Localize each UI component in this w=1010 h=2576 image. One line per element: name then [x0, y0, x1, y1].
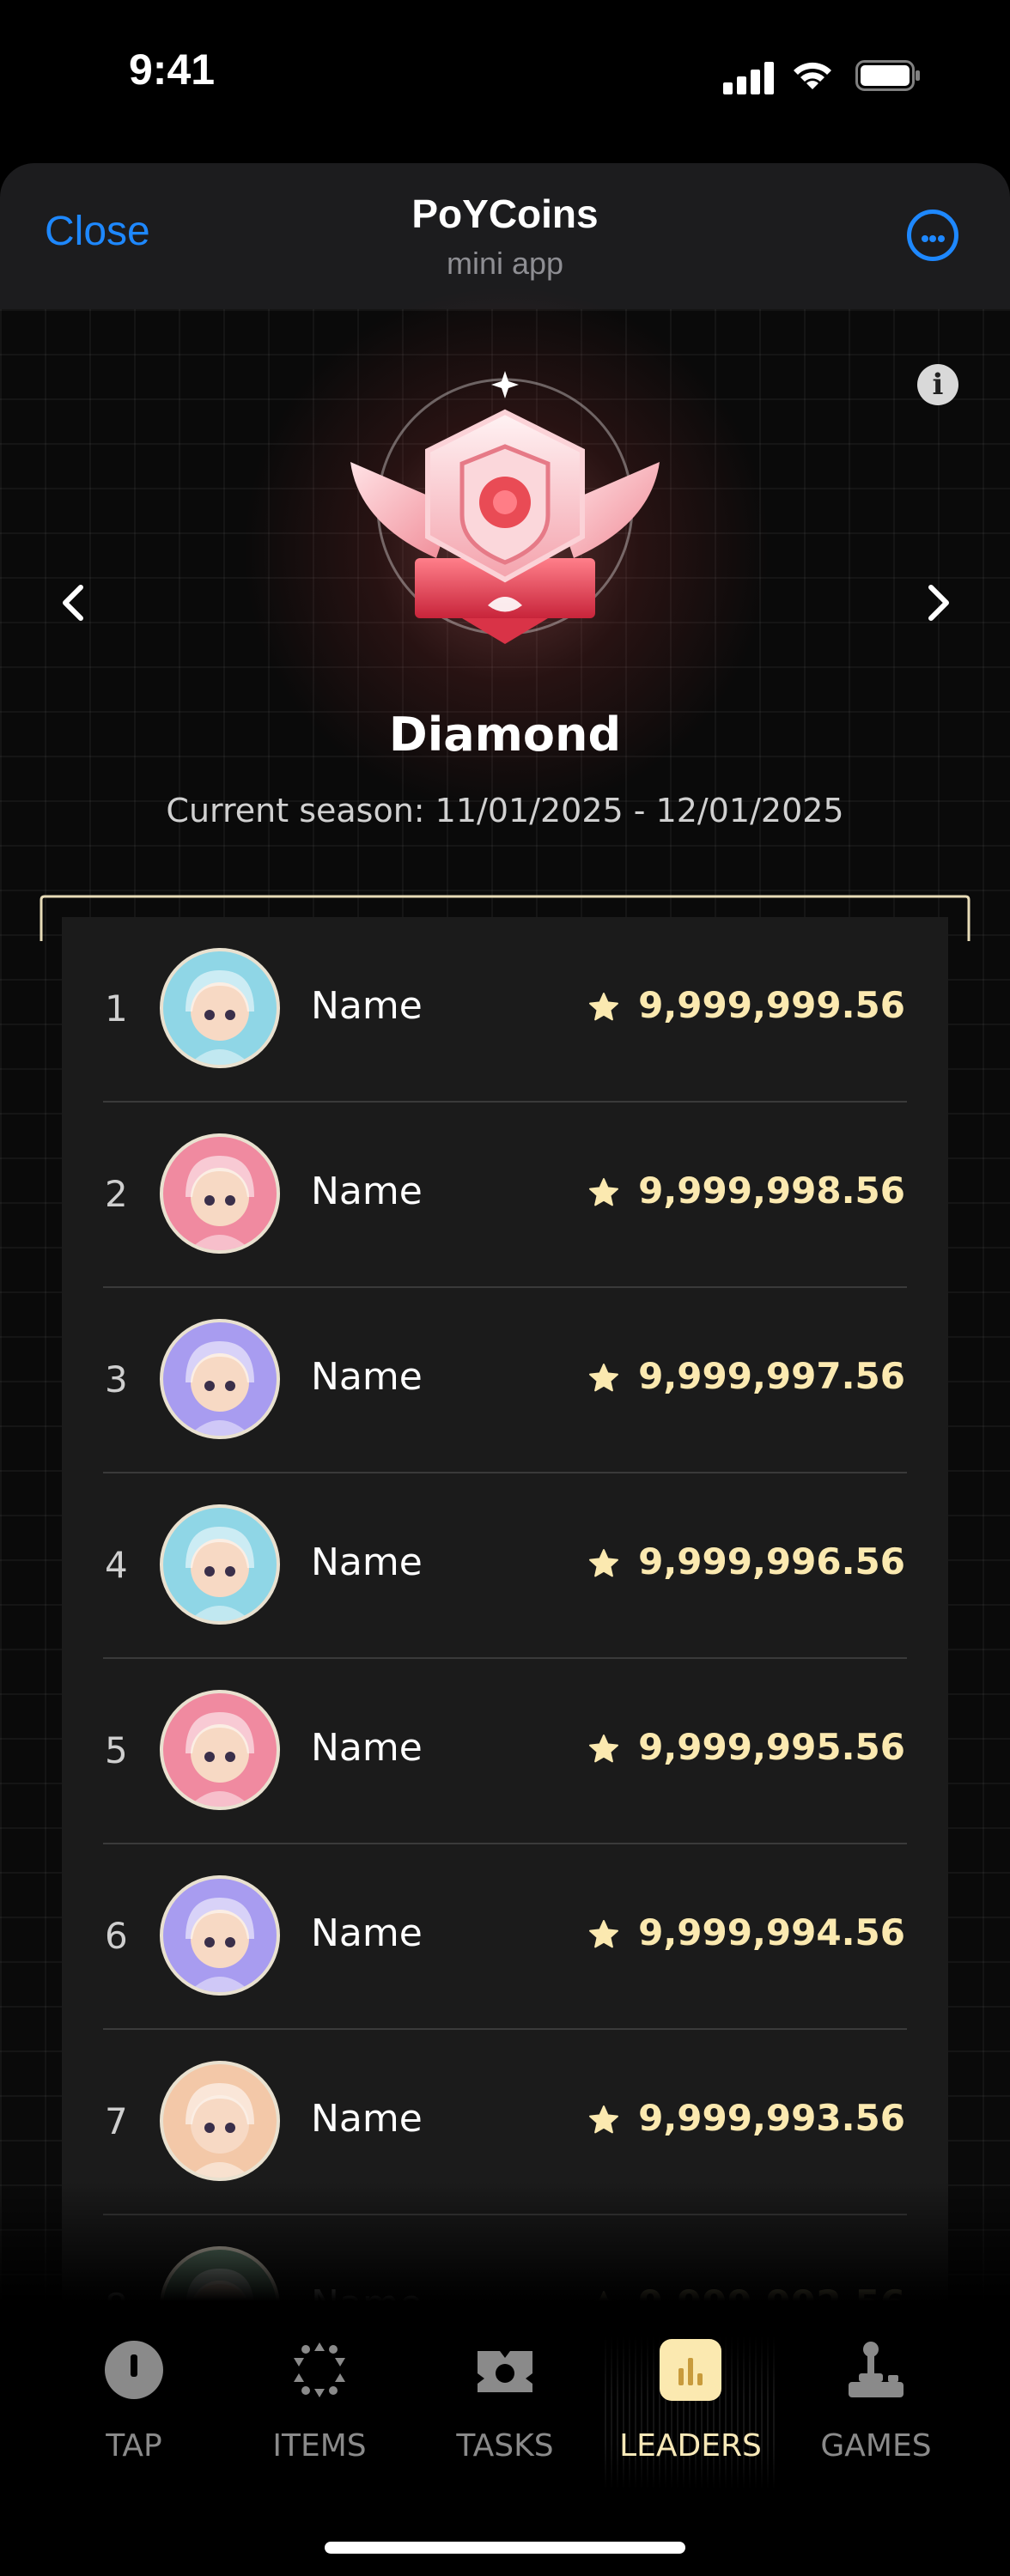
joystick-icon [849, 2342, 904, 2397]
score-value: 9,999,993.56 [638, 2097, 905, 2139]
score-value: 9,999,998.56 [638, 1170, 905, 1212]
battery-icon [855, 60, 920, 91]
player-score: 9,999,994.56 [588, 1911, 905, 1953]
star-icon [589, 1364, 619, 1392]
wifi-icon [794, 62, 831, 89]
leaderboard-list: 1 Name 9,999,999.56 2 Name 9,999,998.56 3 Name 9… [62, 917, 948, 2401]
player-score: 9,999,997.56 [588, 1355, 905, 1397]
score-value: 9,999,997.56 [638, 1355, 905, 1397]
score-value: 9,999,994.56 [638, 1911, 905, 1953]
rank-number: 7 [105, 2100, 128, 2142]
leaderboard-row[interactable]: 3 Name 9,999,997.56 [62, 1288, 948, 1473]
info-icon[interactable]: i [917, 364, 958, 405]
avatar [160, 1875, 280, 1996]
app-subtitle: mini app [446, 246, 564, 281]
tab-label: GAMES [820, 2428, 932, 2464]
player-score: 9,999,998.56 [588, 1170, 905, 1212]
tab-label: LEADERS [619, 2428, 762, 2464]
rank-number: 5 [105, 1729, 128, 1771]
next-tier-arrow-icon[interactable] [912, 577, 964, 629]
avatar [160, 948, 280, 1068]
leaderboard-row[interactable]: 6 Name 9,999,994.56 [62, 1844, 948, 2030]
player-score: 9,999,999.56 [588, 984, 905, 1026]
avatar [160, 1319, 280, 1439]
leaderboard-row[interactable]: 1 Name 9,999,999.56 [62, 917, 948, 1103]
player-score: 9,999,995.56 [588, 1726, 905, 1768]
app-title: PoYCoins [411, 191, 599, 236]
tab-games[interactable]: GAMES [790, 2336, 962, 2490]
tap-coin-icon [105, 2341, 163, 2399]
tab-label: TAP [106, 2428, 162, 2464]
cellular-signal-icon [723, 60, 775, 94]
tab-label: TASKS [456, 2428, 554, 2464]
player-name: Name [311, 1355, 423, 1399]
home-indicator [325, 2542, 685, 2554]
player-name: Name [311, 1540, 423, 1584]
score-value: 9,999,996.56 [638, 1540, 905, 1583]
leaders-chart-icon [660, 2339, 721, 2401]
leaderboard-row[interactable]: 5 Name 9,999,995.56 [62, 1659, 948, 1844]
star-icon [589, 1735, 619, 1763]
rank-number: 1 [105, 987, 128, 1030]
star-icon [589, 993, 619, 1021]
leaderboard-row[interactable]: 2 Name 9,999,998.56 [62, 1103, 948, 1288]
tab-leaders[interactable]: LEADERS [605, 2336, 776, 2490]
leaderboard-row[interactable]: 4 Name 9,999,996.56 [62, 1473, 948, 1659]
rank-number: 4 [105, 1544, 128, 1586]
diamond-badge-icon [350, 371, 660, 644]
star-icon [589, 1178, 619, 1206]
status-time: 9:41 [129, 46, 216, 94]
season-dates: Current season: 11/01/2025 - 12/01/2025 [166, 792, 844, 829]
score-value: 9,999,999.56 [638, 984, 905, 1026]
more-options-icon[interactable] [907, 210, 958, 261]
tab-tap[interactable]: TAP [48, 2336, 220, 2490]
star-icon [589, 1920, 619, 1948]
player-score: 9,999,993.56 [588, 2097, 905, 2139]
star-icon [589, 1549, 619, 1577]
tab-tasks[interactable]: TASKS [419, 2336, 591, 2490]
tier-name: Diamond [388, 708, 622, 762]
tab-items[interactable]: ITEMS [234, 2336, 405, 2490]
items-ring-icon [294, 2342, 345, 2397]
previous-tier-arrow-icon[interactable] [48, 577, 100, 629]
score-value: 9,999,995.56 [638, 1726, 905, 1768]
tasks-gear-icon [478, 2351, 532, 2392]
avatar [160, 2061, 280, 2181]
tab-label: ITEMS [272, 2428, 367, 2464]
avatar [160, 1690, 280, 1810]
player-name: Name [311, 984, 423, 1028]
player-name: Name [311, 1911, 423, 1955]
player-score: 9,999,996.56 [588, 1540, 905, 1583]
star-icon [589, 2105, 619, 2134]
avatar [160, 1504, 280, 1625]
rank-number: 6 [105, 1915, 128, 1957]
player-name: Name [311, 2097, 423, 2141]
rank-number: 3 [105, 1358, 128, 1400]
rank-number: 2 [105, 1173, 128, 1215]
avatar [160, 1133, 280, 1254]
player-name: Name [311, 1726, 423, 1770]
player-name: Name [311, 1170, 423, 1213]
